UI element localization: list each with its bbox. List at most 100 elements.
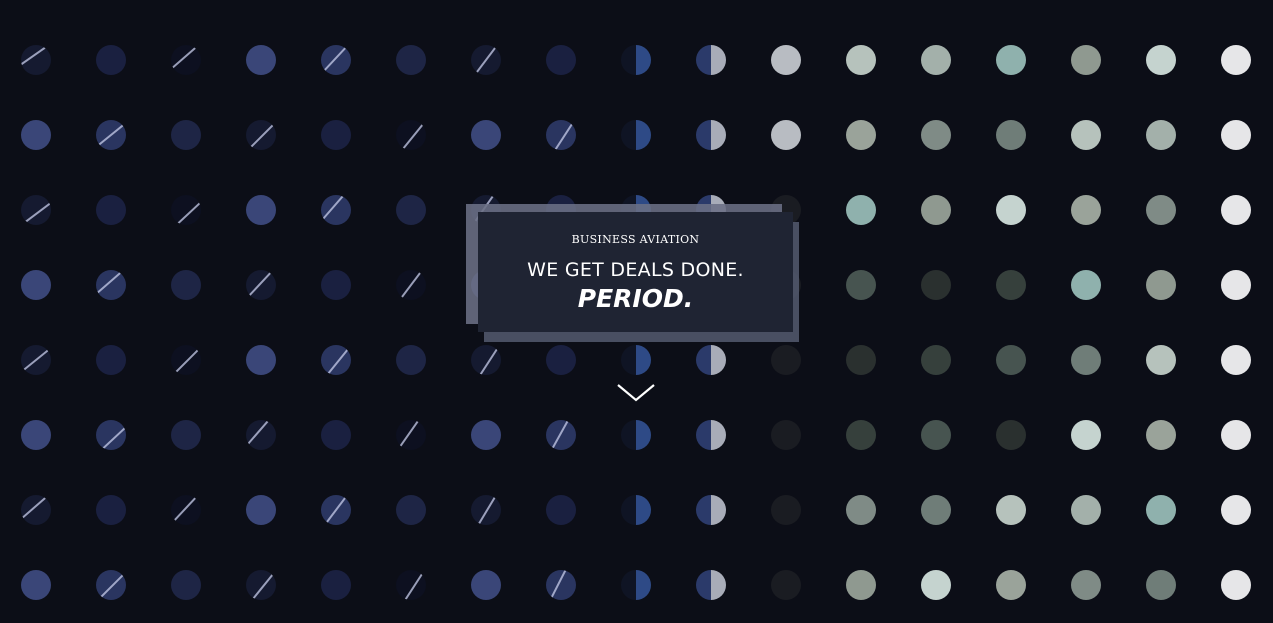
pattern-dot: [96, 570, 126, 600]
pattern-dot: [921, 420, 951, 450]
pattern-dot: [996, 270, 1026, 300]
pattern-dot: [21, 45, 51, 75]
pattern-dot: [96, 270, 126, 300]
dot-highlight: [246, 420, 276, 446]
pattern-dot: [1071, 120, 1101, 150]
pattern-dot: [1221, 570, 1251, 600]
pattern-dot: [1071, 495, 1101, 525]
pattern-dot: [996, 420, 1026, 450]
dot-highlight: [247, 572, 275, 600]
pattern-dot: [471, 570, 501, 600]
pattern-dot: [1146, 345, 1176, 375]
pattern-dot: [396, 195, 426, 225]
pattern-dot: [1221, 495, 1251, 525]
pattern-dot: [1146, 45, 1176, 75]
pattern-dot: [21, 195, 51, 225]
pattern-dot: [396, 120, 426, 150]
pattern-dot: [171, 270, 201, 300]
pattern-dot: [21, 345, 51, 375]
headline-card: BUSINESS AVIATION WE GET DEALS DONE. PER…: [478, 212, 793, 332]
pattern-dot: [996, 495, 1026, 525]
pattern-dot: [1221, 345, 1251, 375]
pattern-dot: [96, 495, 126, 525]
dot-highlight: [321, 45, 351, 75]
pattern-dot: [621, 120, 651, 150]
chevron-down-icon: [617, 384, 655, 402]
pattern-dot: [1221, 270, 1251, 300]
pattern-dot: [321, 195, 351, 225]
pattern-dot: [1221, 420, 1251, 450]
pattern-dot: [96, 345, 126, 375]
scroll-down-button[interactable]: [616, 382, 656, 404]
pattern-dot: [246, 195, 276, 225]
pattern-dot: [921, 570, 951, 600]
pattern-dot: [621, 45, 651, 75]
pattern-dot: [246, 495, 276, 525]
pattern-dot: [1221, 120, 1251, 150]
pattern-dot: [246, 45, 276, 75]
pattern-dot: [396, 270, 426, 300]
pattern-dot: [1146, 420, 1176, 450]
dot-highlight: [398, 572, 424, 600]
pattern-dot: [921, 195, 951, 225]
pattern-dot: [396, 345, 426, 375]
pattern-dot: [21, 495, 51, 525]
hero-section: BUSINESS AVIATION WE GET DEALS DONE. PER…: [0, 0, 1273, 623]
dot-highlight: [397, 122, 425, 150]
pattern-dot: [321, 420, 351, 450]
dot-highlight: [549, 420, 573, 450]
pattern-dot: [696, 570, 726, 600]
dot-highlight: [474, 495, 498, 525]
dot-highlight: [171, 200, 201, 225]
pattern-dot: [1071, 270, 1101, 300]
pattern-dot: [771, 120, 801, 150]
pattern-dot: [1071, 570, 1101, 600]
dot-highlight: [21, 495, 51, 521]
pattern-dot: [321, 570, 351, 600]
pattern-dot: [996, 195, 1026, 225]
dot-highlight: [322, 495, 350, 525]
pattern-dot: [471, 420, 501, 450]
pattern-dot: [921, 345, 951, 375]
pattern-dot: [546, 495, 576, 525]
dot-highlight: [96, 121, 126, 149]
pattern-dot: [546, 120, 576, 150]
dot-highlight: [548, 122, 574, 150]
dot-highlight: [550, 570, 572, 599]
pattern-dot: [846, 45, 876, 75]
pattern-dot: [1221, 195, 1251, 225]
pattern-dot: [846, 345, 876, 375]
pattern-dot: [846, 195, 876, 225]
dot-highlight: [171, 346, 201, 375]
hero-eyebrow: BUSINESS AVIATION: [571, 233, 700, 246]
pattern-dot: [846, 120, 876, 150]
pattern-dot: [696, 495, 726, 525]
pattern-dot: [471, 45, 501, 75]
dot-highlight: [246, 270, 276, 300]
pattern-dot: [171, 495, 201, 525]
pattern-dot: [921, 270, 951, 300]
pattern-dot: [471, 345, 501, 375]
pattern-dot: [1146, 120, 1176, 150]
hero-title: WE GET DEALS DONE.: [527, 259, 744, 281]
pattern-dot: [996, 345, 1026, 375]
pattern-dot: [996, 45, 1026, 75]
pattern-dot: [321, 120, 351, 150]
pattern-dot: [1071, 45, 1101, 75]
pattern-dot: [1071, 420, 1101, 450]
pattern-dot: [921, 495, 951, 525]
pattern-dot: [846, 570, 876, 600]
pattern-dot: [696, 45, 726, 75]
pattern-dot: [321, 495, 351, 525]
pattern-dot: [546, 345, 576, 375]
dot-highlight: [246, 121, 276, 150]
dot-highlight: [21, 200, 51, 225]
pattern-dot: [396, 570, 426, 600]
pattern-dot: [1146, 495, 1176, 525]
pattern-dot: [171, 345, 201, 375]
pattern-dot: [171, 120, 201, 150]
pattern-dot: [921, 120, 951, 150]
pattern-dot: [771, 570, 801, 600]
pattern-dot: [96, 45, 126, 75]
pattern-dot: [321, 45, 351, 75]
